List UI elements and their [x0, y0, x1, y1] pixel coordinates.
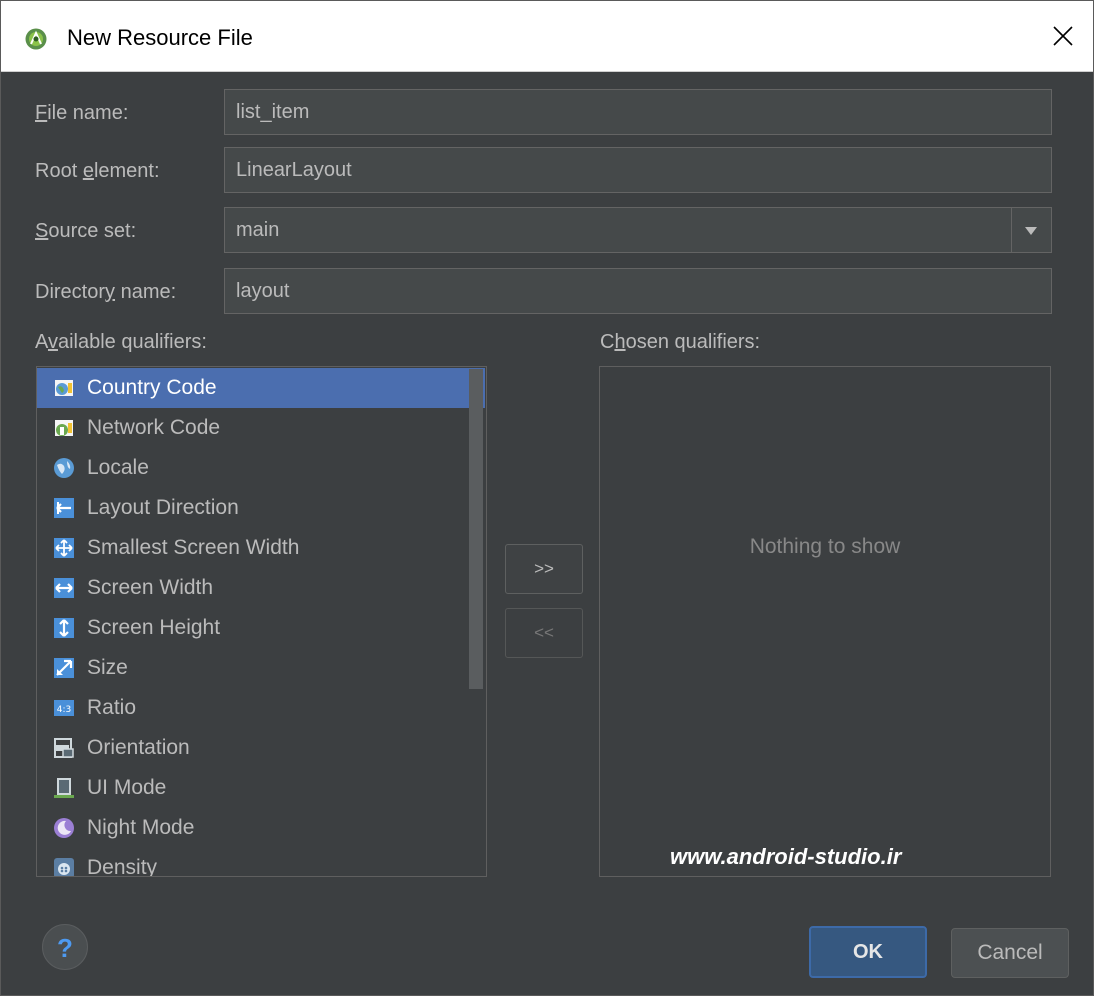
- add-qualifier-button[interactable]: >>: [505, 544, 583, 594]
- list-item-locale[interactable]: Locale: [37, 448, 485, 488]
- file-name-input[interactable]: list_item: [224, 89, 1052, 135]
- source-set-value: main: [236, 219, 280, 241]
- file-name-label: File name:: [35, 102, 129, 124]
- smallest-width-icon: [54, 538, 74, 558]
- list-item-label: Smallest Screen Width: [87, 536, 300, 559]
- list-item-label: Night Mode: [87, 816, 195, 839]
- network-code-icon: [55, 420, 73, 436]
- android-studio-icon: [25, 28, 47, 50]
- list-item-label: UI Mode: [87, 776, 167, 799]
- ratio-icon: 4:3: [54, 700, 74, 716]
- source-set-dropdown[interactable]: main: [224, 207, 1052, 253]
- orientation-icon: [54, 738, 74, 758]
- root-element-label: Root element:: [35, 160, 160, 182]
- title-bar: New Resource File: [1, 1, 1093, 72]
- list-item-screen-width[interactable]: Screen Width: [37, 568, 485, 608]
- root-element-input[interactable]: LinearLayout: [224, 147, 1052, 193]
- chevron-down-icon: [1025, 227, 1037, 235]
- list-item-ratio[interactable]: 4:3 Ratio: [37, 688, 485, 728]
- list-item-screen-height[interactable]: Screen Height: [37, 608, 485, 648]
- available-qualifiers-label: Available qualifiers:: [35, 331, 207, 353]
- list-item-label: Layout Direction: [87, 496, 239, 519]
- close-button[interactable]: [1033, 1, 1093, 71]
- ok-button[interactable]: OK: [809, 926, 927, 978]
- night-mode-icon: [54, 818, 74, 838]
- list-item-layout-direction[interactable]: Layout Direction: [37, 488, 485, 528]
- chosen-qualifiers-list[interactable]: Nothing to show www.android-studio.ir: [599, 366, 1051, 877]
- list-item-label: Ratio: [87, 696, 137, 719]
- list-item-network-code[interactable]: Network Code: [37, 408, 485, 448]
- list-item-size[interactable]: Size: [37, 648, 485, 688]
- list-item-label: Screen Width: [87, 576, 214, 599]
- screen-width-icon: [54, 578, 74, 598]
- remove-qualifier-button[interactable]: <<: [505, 608, 583, 658]
- window-title: New Resource File: [67, 25, 253, 50]
- globe-icon: [54, 458, 74, 478]
- density-icon: [54, 858, 74, 876]
- close-icon: [1053, 26, 1073, 46]
- list-item-orientation[interactable]: Orientation: [37, 728, 485, 768]
- list-item-label: Screen Height: [87, 616, 221, 639]
- list-item-density[interactable]: Density: [37, 848, 485, 877]
- list-item-label: Country Code: [87, 376, 217, 399]
- dropdown-arrow-button[interactable]: [1011, 208, 1051, 252]
- svg-text:4:3: 4:3: [57, 705, 71, 715]
- list-item-label: Size: [87, 656, 128, 679]
- list-item-country-code[interactable]: Country Code: [37, 368, 485, 408]
- layout-direction-icon: [54, 498, 74, 518]
- country-code-icon: [55, 380, 73, 396]
- list-item-ui-mode[interactable]: UI Mode: [37, 768, 485, 808]
- size-icon: [54, 658, 74, 678]
- list-item-smallest-screen-width[interactable]: Smallest Screen Width: [37, 528, 485, 568]
- list-scrollbar-thumb[interactable]: [469, 369, 483, 689]
- source-set-label: Source set:: [35, 220, 137, 242]
- list-item-label: Locale: [87, 456, 149, 479]
- watermark-text: www.android-studio.ir: [670, 844, 902, 869]
- empty-list-text: Nothing to show: [749, 535, 901, 558]
- screen-height-icon: [54, 618, 74, 638]
- help-icon: ?: [57, 933, 73, 963]
- cancel-button[interactable]: Cancel: [951, 928, 1069, 978]
- list-item-label: Density: [87, 856, 158, 877]
- available-qualifiers-list[interactable]: Country Code Network Code Locale Layout …: [36, 366, 487, 877]
- directory-name-input[interactable]: layout: [224, 268, 1052, 314]
- new-resource-file-dialog: New Resource File File name: list_item R…: [0, 0, 1094, 996]
- ui-mode-icon: [54, 778, 74, 798]
- list-item-label: Orientation: [87, 736, 190, 759]
- help-button[interactable]: ?: [42, 924, 88, 970]
- list-item-label: Network Code: [87, 416, 221, 439]
- list-item-night-mode[interactable]: Night Mode: [37, 808, 485, 848]
- directory-name-label: Directory name:: [35, 281, 177, 303]
- chosen-qualifiers-label: Chosen qualifiers:: [600, 331, 761, 353]
